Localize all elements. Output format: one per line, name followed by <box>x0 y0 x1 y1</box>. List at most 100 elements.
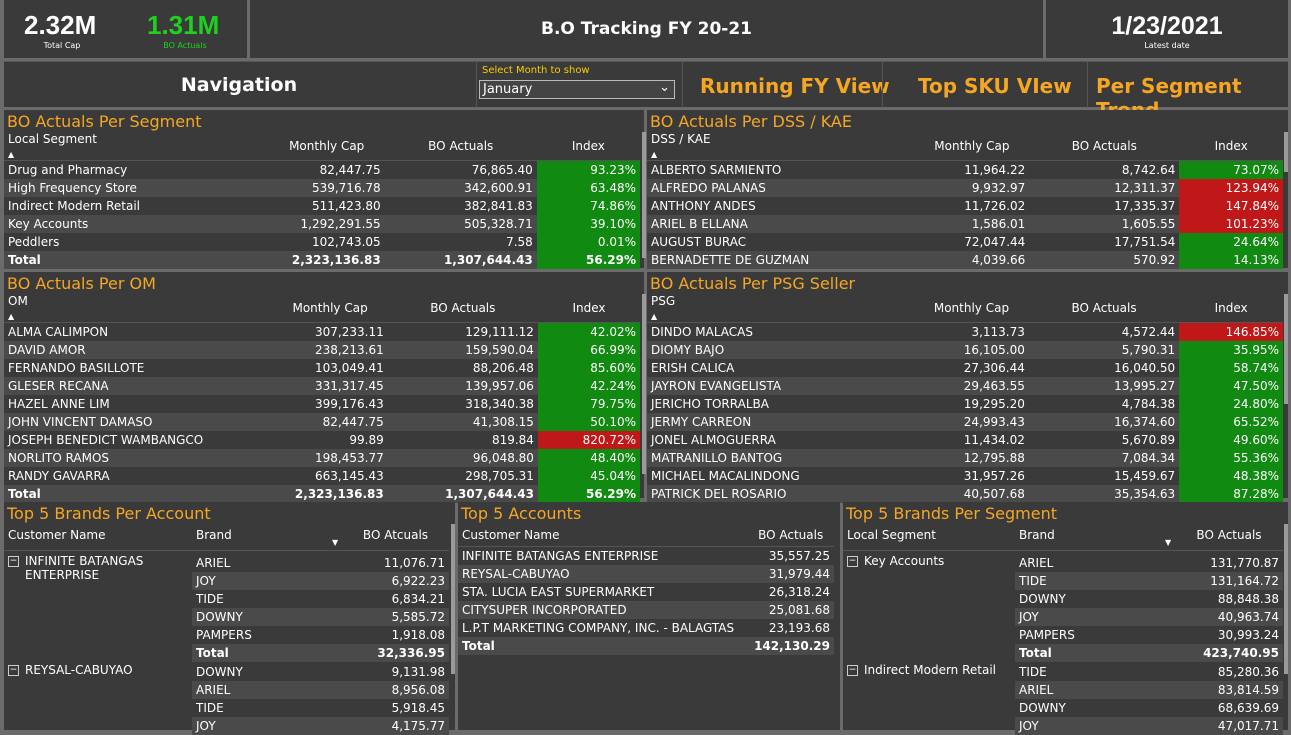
table-row[interactable]: JOSEPH BENEDICT WAMBANGCO 99.89 819.84 820.… <box>4 431 640 449</box>
brands-per-segment-scrollbar[interactable] <box>1284 524 1288 674</box>
table-row[interactable]: JONEL ALMOGUERRA 11,434.02 5,670.89 49.60% <box>647 431 1283 449</box>
table-row[interactable]: ANTHONY ANDES 11,726.02 17,335.37 147.84% <box>647 197 1283 215</box>
bo-actuals-cell: 8,742.64 <box>1121 163 1176 177</box>
month-dropdown[interactable]: January ⌄ <box>479 80 675 99</box>
table-row[interactable]: MICHAEL MACALINDONG 31,957.26 15,459.67 48.… <box>647 467 1283 485</box>
column-header[interactable]: Brand <box>1019 528 1055 542</box>
table-row[interactable]: DOWNY 5,585.72 <box>192 608 449 626</box>
total-row[interactable]: Total 423,740.95 <box>1015 644 1283 662</box>
column-header-label: Monthly Cap <box>934 139 1010 153</box>
total-row[interactable]: Total 2,323,136.83 1,307,644.43 56.29% <box>4 485 640 503</box>
brands-per-segment-panel: Top 5 Brands Per Segment Local Segment Br… <box>843 502 1288 735</box>
column-header[interactable]: Index <box>536 132 640 161</box>
table-row[interactable]: DOWNY 88,848.38 <box>1015 590 1283 608</box>
table-row[interactable]: NORLITO RAMOS 198,453.77 96,048.80 48.40% <box>4 449 640 467</box>
table-row[interactable]: ARIEL 131,770.87 <box>1015 554 1283 572</box>
table-row[interactable]: RANDY GAVARRA 663,145.43 298,705.31 45.04% <box>4 467 640 485</box>
table-row[interactable]: JOY 47,017.71 <box>1015 717 1283 735</box>
column-header[interactable]: BO Actuals <box>384 132 537 161</box>
table-row[interactable]: FERNANDO BASILLOTE 103,049.41 88,206.48 85.… <box>4 359 640 377</box>
table-row[interactable]: ERISH CALICA 27,306.44 16,040.50 58.74% <box>647 359 1283 377</box>
total-row[interactable]: Total 32,336.95 <box>192 644 449 662</box>
column-header[interactable]: PSG ▲ <box>647 294 915 323</box>
expand-icon[interactable]: − <box>8 665 19 676</box>
expand-icon[interactable]: − <box>847 665 858 676</box>
table-row[interactable]: JERMY CARREON 24,993.43 16,374.60 65.52% <box>647 413 1283 431</box>
table-row[interactable]: Indirect Modern Retail 511,423.80 382,841.… <box>4 197 640 215</box>
psg-scrollbar[interactable] <box>1284 294 1288 404</box>
column-header[interactable]: Local Segment ▲ <box>4 132 269 161</box>
table-row[interactable]: JOHN VINCENT DAMASO 82,447.75 41,308.15 50.… <box>4 413 640 431</box>
table-row[interactable]: TIDE 6,834.21 <box>192 590 449 608</box>
column-header[interactable]: Brand <box>196 528 232 542</box>
table-row[interactable]: REYSAL-CABUYAO 31,979.44 <box>458 565 834 583</box>
table-row[interactable]: PATRICK DEL ROSARIO 40,507.68 35,354.63 87.… <box>647 485 1283 503</box>
table-row[interactable]: BERNADETTE DE GUZMAN 4,039.66 570.92 14.13% <box>647 251 1283 269</box>
expand-icon[interactable]: − <box>8 556 19 567</box>
table-row[interactable]: Key Accounts 1,292,291.55 505,328.71 39.10% <box>4 215 640 233</box>
table-row[interactable]: ALFREDO PALANAS 9,932.97 12,311.37 123.94% <box>647 179 1283 197</box>
table-row[interactable]: ALMA CALIMPON 307,233.11 129,111.12 42.02% <box>4 322 640 341</box>
column-header[interactable]: Monthly Cap <box>914 132 1030 161</box>
table-row[interactable]: JAYRON EVANGELISTA 29,463.55 13,995.27 47.5… <box>647 377 1283 395</box>
table-row[interactable]: JOY 4,175.77 <box>192 717 449 735</box>
table-row[interactable]: TIDE 85,280.36 <box>1015 663 1283 681</box>
brands-per-account-scrollbar[interactable] <box>451 524 455 674</box>
column-header[interactable]: Monthly Cap <box>268 132 385 161</box>
table-row[interactable]: DIOMY BAJO 16,105.00 5,790.31 35.95% <box>647 341 1283 359</box>
om-scrollbar[interactable] <box>642 294 646 474</box>
column-header[interactable]: Index <box>1179 132 1283 161</box>
column-header[interactable]: OM ▲ <box>4 294 273 323</box>
column-header[interactable]: Customer Name <box>458 524 748 547</box>
column-header[interactable]: Index <box>537 294 640 323</box>
table-row[interactable]: GLESER RECANA 331,317.45 139,957.06 42.24% <box>4 377 640 395</box>
column-header[interactable]: BO Actuals <box>747 524 834 547</box>
table-row[interactable]: INFINITE BATANGAS ENTERPRISE 35,557.25 <box>458 547 834 566</box>
column-header[interactable]: DSS / KAE ▲ <box>647 132 915 161</box>
table-row[interactable]: ARIEL 8,956.08 <box>192 681 449 699</box>
total-row[interactable]: Total 2,323,136.83 1,307,644.43 56.29% <box>4 251 640 269</box>
expand-icon[interactable]: − <box>847 556 858 567</box>
table-row[interactable]: MATRANILLO BANTOG 12,795.88 7,084.34 55.36% <box>647 449 1283 467</box>
column-header[interactable]: Index <box>1179 294 1283 323</box>
table-row[interactable]: ARIEL 83,814.59 <box>1015 681 1283 699</box>
running-fy-view-button[interactable]: Running FY View <box>700 74 890 98</box>
column-header[interactable]: BO Actuals <box>387 294 538 323</box>
table-row[interactable]: DOWNY 9,131.98 <box>192 663 449 681</box>
table-row[interactable]: PAMPERS 30,993.24 <box>1015 626 1283 644</box>
table-row[interactable]: TIDE 131,164.72 <box>1015 572 1283 590</box>
column-header[interactable]: BO Actuals <box>1028 294 1180 323</box>
table-row[interactable]: DOWNY 68,639.69 <box>1015 699 1283 717</box>
total-row[interactable]: Total 142,130.29 <box>458 637 834 655</box>
table-row[interactable]: DAVID AMOR 238,213.61 159,590.04 66.99% <box>4 341 640 359</box>
table-row[interactable]: High Frequency Store 539,716.78 342,600.91… <box>4 179 640 197</box>
top-sku-view-button[interactable]: Top SKU VIew <box>918 74 1072 98</box>
column-header[interactable]: BO Actuals <box>1029 132 1180 161</box>
table-row[interactable]: DINDO MALACAS 3,113.73 4,572.44 146.85% <box>647 322 1283 341</box>
table-row[interactable]: ARIEL 11,076.71 <box>192 554 449 572</box>
column-header[interactable]: Customer Name <box>8 528 106 542</box>
table-row[interactable]: STA. LUCIA EAST SUPERMARKET 26,318.24 <box>458 583 834 601</box>
segment-scrollbar[interactable] <box>642 132 646 258</box>
table-row[interactable]: AUGUST BURAC 72,047.44 17,751.54 24.64% <box>647 233 1283 251</box>
column-header[interactable]: Monthly Cap <box>272 294 388 323</box>
table-row[interactable]: JOY 6,922.23 <box>192 572 449 590</box>
table-row[interactable]: HAZEL ANNE LIM 399,176.43 318,340.38 79.75% <box>4 395 640 413</box>
table-row[interactable]: CITYSUPER INCORPORATED 25,081.68 <box>458 601 834 619</box>
column-header[interactable]: BO Actuals <box>1175 528 1283 542</box>
table-row[interactable]: TIDE 5,918.45 <box>192 699 449 717</box>
table-row[interactable]: ARIEL B ELLANA 1,586.01 1,605.55 101.23% <box>647 215 1283 233</box>
table-row[interactable]: ALBERTO SARMIENTO 11,964.22 8,742.64 73.07% <box>647 160 1283 179</box>
table-row[interactable]: PAMPERS 1,918.08 <box>192 626 449 644</box>
column-header[interactable]: Monthly Cap <box>914 294 1029 323</box>
table-row[interactable]: JOY 40,963.74 <box>1015 608 1283 626</box>
sort-desc-icon: ▼ <box>1165 538 1172 547</box>
row-label: High Frequency Store <box>4 179 269 197</box>
table-row[interactable]: Drug and Pharmacy 82,447.75 76,865.40 93.23… <box>4 160 640 179</box>
table-row[interactable]: JERICHO TORRALBA 19,295.20 4,784.38 24.80% <box>647 395 1283 413</box>
table-row[interactable]: Peddlers 102,743.05 7.58 0.01% <box>4 233 640 251</box>
dss-scrollbar[interactable] <box>1284 132 1288 172</box>
column-header[interactable]: Local Segment <box>847 528 936 542</box>
column-header[interactable]: BO Atcuals <box>342 528 449 542</box>
table-row[interactable]: L.P.T MARKETING COMPANY, INC. - BALAGTAS… <box>458 619 834 637</box>
